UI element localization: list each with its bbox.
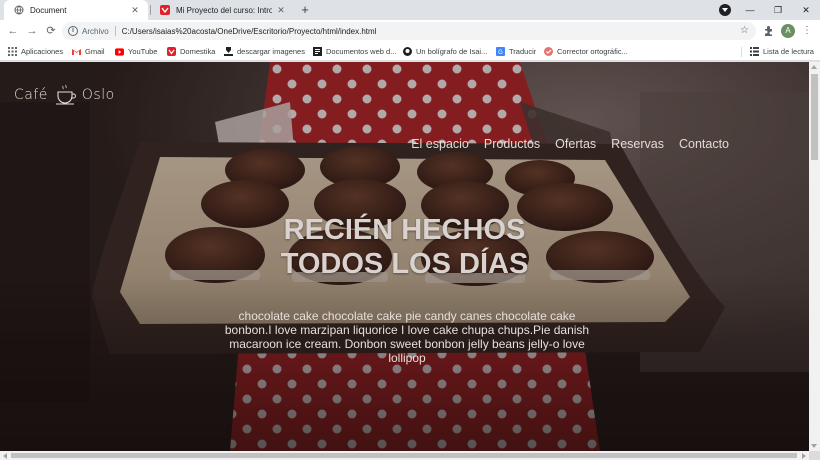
browser-toolbar: ← → ⟳ i Archivo C:/Users/isaias%20acosta… xyxy=(0,20,820,43)
domestika-icon xyxy=(167,47,176,56)
nav-link-reservas[interactable]: Reservas xyxy=(611,137,664,151)
horizontal-scrollbar[interactable] xyxy=(0,451,809,460)
main-navigation: El espacio Productos Ofertas Reservas Co… xyxy=(411,137,729,151)
tab-document[interactable]: Document ✕ xyxy=(4,0,148,20)
omnibox-divider xyxy=(114,26,116,36)
scheme-chip[interactable]: Archivo xyxy=(82,27,109,36)
domestika-icon xyxy=(160,5,170,15)
browser-menu-icon[interactable]: ⋮ xyxy=(800,24,814,38)
nav-link-contacto[interactable]: Contacto xyxy=(679,137,729,151)
close-tab-icon[interactable]: ✕ xyxy=(130,5,140,15)
translate-icon: G xyxy=(496,47,505,56)
reading-list-icon xyxy=(750,47,759,56)
site-logo[interactable]: Café Oslo xyxy=(14,84,115,106)
bookmark-label: Traducir xyxy=(509,47,537,56)
forward-button[interactable]: → xyxy=(24,23,40,39)
bookmark-aplicaciones[interactable]: Aplicaciones xyxy=(8,43,63,60)
back-button[interactable]: ← xyxy=(5,23,21,39)
nav-link-ofertas[interactable]: Ofertas xyxy=(555,137,596,151)
close-window-button[interactable]: ✕ xyxy=(792,0,820,20)
document-icon xyxy=(313,47,322,56)
minimize-button[interactable]: — xyxy=(736,0,764,20)
tab-mi-proyecto[interactable]: Mi Proyecto del curso: Introducc ✕ xyxy=(150,0,294,20)
scroll-up-arrow-icon[interactable] xyxy=(811,65,817,69)
gmail-icon xyxy=(72,47,81,56)
close-tab-icon[interactable]: ✕ xyxy=(276,5,286,15)
bookmark-label: Documentos web d... xyxy=(326,47,397,56)
apps-grid-icon xyxy=(8,47,17,56)
extensions-puzzle-icon[interactable] xyxy=(762,24,776,38)
hero-heading: RECIÉN HECHOS TODOS LOS DÍAS xyxy=(0,213,809,281)
bookmark-label: Gmail xyxy=(85,47,105,56)
bookmark-label: Domestika xyxy=(180,47,216,56)
spellcheck-icon xyxy=(544,47,553,56)
scroll-down-arrow-icon[interactable] xyxy=(811,444,817,448)
bookmark-youtube[interactable]: YouTube xyxy=(115,43,157,60)
logo-text-left: Café xyxy=(14,87,48,103)
bookmark-documentos-web[interactable]: Documentos web d... xyxy=(313,43,396,60)
logo-text-right: Oslo xyxy=(81,87,115,103)
reload-button[interactable]: ⟳ xyxy=(43,23,59,39)
bookmark-label: Corrector ortográfic... xyxy=(557,47,628,56)
hero-heading-line-1: RECIÉN HECHOS xyxy=(283,214,526,246)
github-icon xyxy=(403,47,412,56)
bookmark-boligrafo[interactable]: Un bolígrafo de Isai... xyxy=(403,43,487,60)
bookmark-traducir[interactable]: G Traducir xyxy=(496,43,536,60)
bookmark-star-icon[interactable]: ☆ xyxy=(740,25,749,36)
bookmark-descargar-imagenes[interactable]: descargar imagenes xyxy=(224,43,305,60)
scroll-left-arrow-icon[interactable] xyxy=(3,453,7,459)
page-viewport: Café Oslo El espacio Productos Ofertas R… xyxy=(0,62,809,451)
maximize-button[interactable]: ❐ xyxy=(764,0,792,20)
scrollbar-corner xyxy=(809,451,820,460)
url-text[interactable]: C:/Users/isaias%20acosta/OneDrive/Escrit… xyxy=(122,27,377,36)
tab-search-icon[interactable] xyxy=(719,4,731,16)
bookmark-label: Un bolígrafo de Isai... xyxy=(416,47,488,56)
horizontal-scroll-thumb[interactable] xyxy=(11,453,797,458)
address-bar[interactable]: i Archivo C:/Users/isaias%20acosta/OneDr… xyxy=(62,22,756,40)
globe-icon xyxy=(14,5,24,15)
bookmarks-divider xyxy=(741,47,742,57)
tab-title: Document xyxy=(30,5,67,15)
bookmark-gmail[interactable]: Gmail xyxy=(72,43,105,60)
svg-text:G: G xyxy=(498,50,503,56)
bookmark-label: descargar imagenes xyxy=(237,47,305,56)
info-icon[interactable]: i xyxy=(68,26,78,36)
vertical-scrollbar[interactable] xyxy=(809,62,820,451)
hero-heading-line-2: TODOS LOS DÍAS xyxy=(280,248,529,280)
bookmark-corrector[interactable]: Corrector ortográfic... xyxy=(544,43,628,60)
youtube-icon xyxy=(115,47,124,56)
coffee-cup-icon xyxy=(55,84,76,105)
scroll-right-arrow-icon[interactable] xyxy=(802,453,806,459)
bookmark-domestika[interactable]: Domestika xyxy=(167,43,215,60)
bookmark-label: Aplicaciones xyxy=(21,47,64,56)
vertical-scroll-thumb[interactable] xyxy=(811,74,818,160)
tab-strip: Document ✕ Mi Proyecto del curso: Introd… xyxy=(0,0,820,20)
bookmark-label: YouTube xyxy=(128,47,158,56)
hero-paragraph: chocolate cake chocolate cake pie candy … xyxy=(224,309,590,365)
profile-avatar[interactable]: A xyxy=(781,24,795,38)
download-icon xyxy=(224,47,233,56)
bookmarks-bar: Aplicaciones Gmail YouTube Domestika des… xyxy=(0,43,820,61)
reading-list-label: Lista de lectura xyxy=(763,47,814,56)
nav-link-productos[interactable]: Productos xyxy=(484,137,540,151)
new-tab-button[interactable]: + xyxy=(298,3,312,17)
tab-title: Mi Proyecto del curso: Introducc xyxy=(176,5,272,15)
nav-link-el-espacio[interactable]: El espacio xyxy=(411,137,469,151)
reading-list-button[interactable]: Lista de lectura xyxy=(750,43,814,60)
